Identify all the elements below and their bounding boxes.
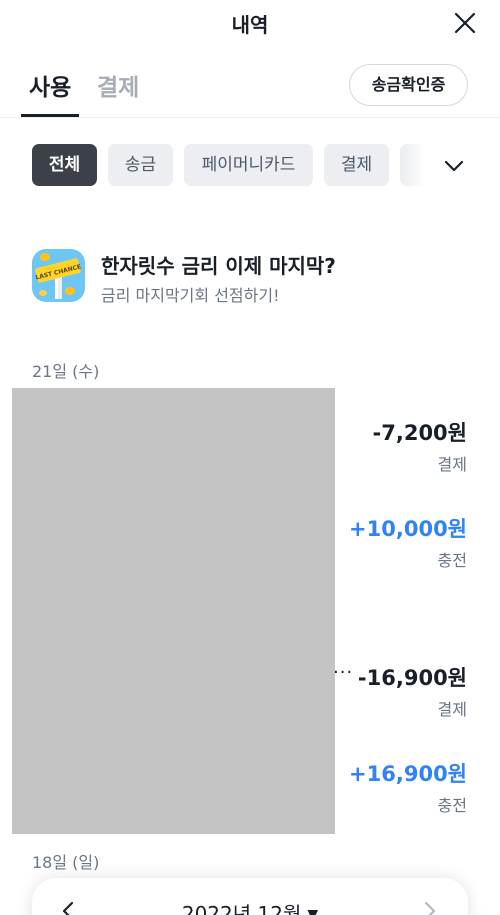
page-title: 내역: [231, 13, 269, 37]
tab-bar: 사용 결제 송금확인증: [0, 62, 500, 118]
active-tab-indicator: [21, 114, 79, 117]
transaction-type: 결제: [437, 700, 467, 719]
transfer-certificate-button[interactable]: 송금확인증: [349, 64, 468, 106]
transaction-item[interactable]: -16,900원 결제: [307, 662, 467, 720]
last-chance-sign-icon: LAST CHANCE: [32, 249, 85, 302]
chip-paymoney-card[interactable]: 페이머니카드: [184, 144, 313, 186]
promo-subtitle: 금리 마지막기회 선점하기!: [101, 286, 280, 305]
chip-all[interactable]: 전체: [32, 144, 97, 186]
transaction-type: 결제: [437, 455, 467, 474]
chip-scroll-area[interactable]: 전체 송금 페이머니카드 결제 출: [32, 144, 432, 186]
close-icon[interactable]: [453, 11, 477, 35]
transaction-item[interactable]: +16,900원 충전: [307, 758, 467, 816]
date-header: 18일 (일): [32, 853, 100, 872]
transaction-amount: -16,900원: [357, 666, 467, 690]
transaction-item[interactable]: +10,000원 충전: [307, 513, 467, 571]
tab-payment[interactable]: 결제: [97, 68, 139, 102]
transaction-amount: -7,200원: [372, 421, 467, 445]
promo-title: 한자릿수 금리 이제 마지막?: [101, 254, 336, 278]
promo-banner[interactable]: LAST CHANCE 한자릿수 금리 이제 마지막? 금리 마지막기회 선점하…: [32, 249, 472, 305]
month-text: 2022년 12월: [181, 902, 302, 915]
header: 내역: [0, 0, 500, 46]
month-selector: 2022년 12월 ▼: [32, 878, 468, 915]
redacted-area: [12, 388, 335, 834]
transaction-type: 충전: [437, 551, 467, 570]
chip-payment[interactable]: 결제: [324, 144, 389, 186]
tab-use[interactable]: 사용: [29, 68, 71, 102]
chip-fade: [402, 144, 436, 186]
date-header: 21일 (수): [32, 362, 100, 381]
transaction-type: 충전: [437, 796, 467, 815]
transaction-item[interactable]: -7,200원 결제: [307, 417, 467, 475]
chevron-right-icon[interactable]: [422, 900, 438, 915]
chip-transfer[interactable]: 송금: [108, 144, 173, 186]
transaction-amount: +10,000원: [349, 517, 467, 541]
caret-down-icon: ▼: [307, 907, 319, 915]
transaction-amount: +16,900원: [349, 762, 467, 786]
chevron-down-icon[interactable]: [443, 155, 465, 177]
filter-chips: 전체 송금 페이머니카드 결제 출: [0, 144, 500, 186]
month-label[interactable]: 2022년 12월 ▼: [32, 898, 468, 915]
